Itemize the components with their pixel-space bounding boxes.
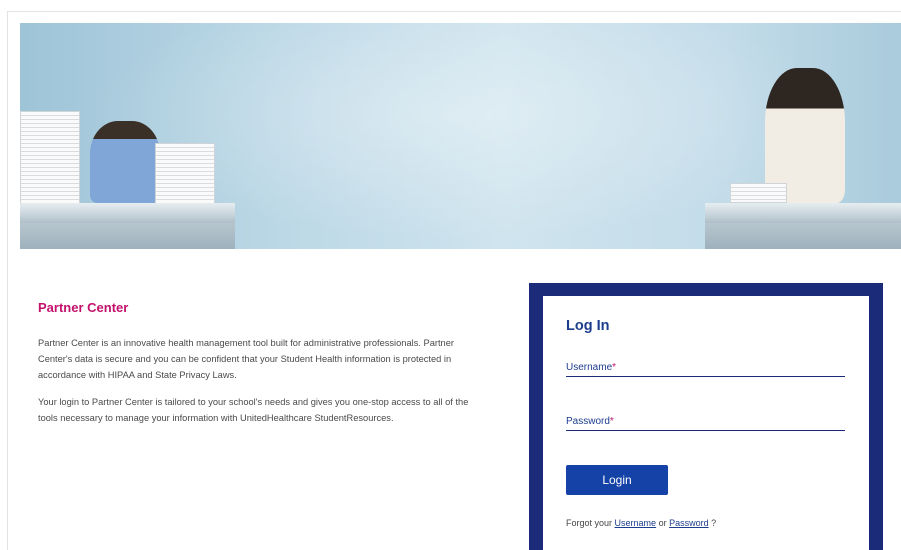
login-form: Log In Username* Password* Login Forgot …: [543, 296, 869, 550]
hero-banner-image: [20, 23, 901, 249]
paper-stack-left: [20, 111, 80, 205]
info-paragraph-1: Partner Center is an innovative health m…: [38, 338, 454, 381]
desk-right: [705, 203, 901, 223]
forgot-password-link[interactable]: Password: [669, 518, 709, 528]
document-tray: [730, 183, 787, 203]
username-input[interactable]: [566, 358, 845, 376]
login-button[interactable]: Login: [566, 465, 668, 495]
username-field[interactable]: Username*: [566, 358, 845, 377]
password-input[interactable]: [566, 412, 845, 430]
stressed-worker-figure: [90, 121, 160, 203]
paper-stack-right: [155, 143, 215, 205]
info-paragraph-2: Your login to Partner Center is tailored…: [38, 396, 469, 423]
login-title: Log In: [566, 318, 610, 334]
desk-left: [20, 203, 235, 223]
partner-center-info: Partner Center Partner Center is an inno…: [38, 300, 478, 436]
forgot-credentials-text: Forgot your Username or Password ?: [566, 518, 717, 528]
section-title: Partner Center: [38, 300, 129, 315]
login-panel: Log In Username* Password* Login Forgot …: [529, 283, 883, 550]
password-field[interactable]: Password*: [566, 412, 845, 431]
forgot-username-link[interactable]: Username: [615, 518, 657, 528]
